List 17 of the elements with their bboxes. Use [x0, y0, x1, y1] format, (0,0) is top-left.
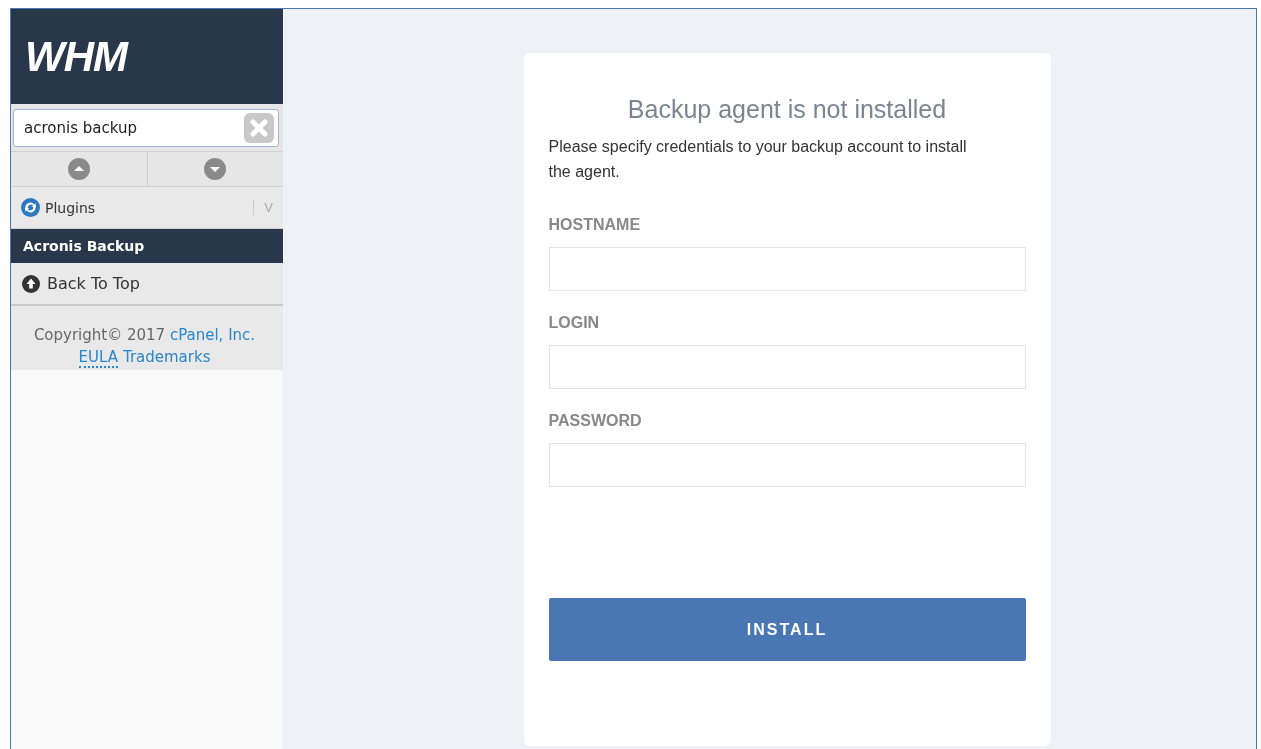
back-to-top-link[interactable]: Back To Top [11, 263, 283, 306]
install-button[interactable]: INSTALL [548, 598, 1026, 661]
search-box[interactable]: acronis backup [13, 109, 279, 147]
clear-icon[interactable] [244, 113, 274, 143]
sidebar-item[interactable]: Acronis Backup [11, 229, 283, 263]
copyright-text: Copyright© 2017 [33, 326, 166, 344]
description-text: Please specify credentials to your backup account to install the agent. [548, 137, 968, 182]
field-label: HOSTNAME [548, 216, 642, 234]
input-field[interactable] [548, 345, 1026, 389]
field-label: LOGIN [548, 314, 601, 332]
input-field[interactable] [548, 247, 1026, 291]
whm-logo: WHM [25, 32, 127, 81]
card-title: Backup agent is not installed [626, 95, 948, 124]
field-label: PASSWORD [548, 412, 643, 430]
category-header[interactable]: Plugins V [11, 187, 283, 229]
category-label: Plugins [45, 199, 97, 216]
input-field[interactable] [548, 443, 1026, 487]
